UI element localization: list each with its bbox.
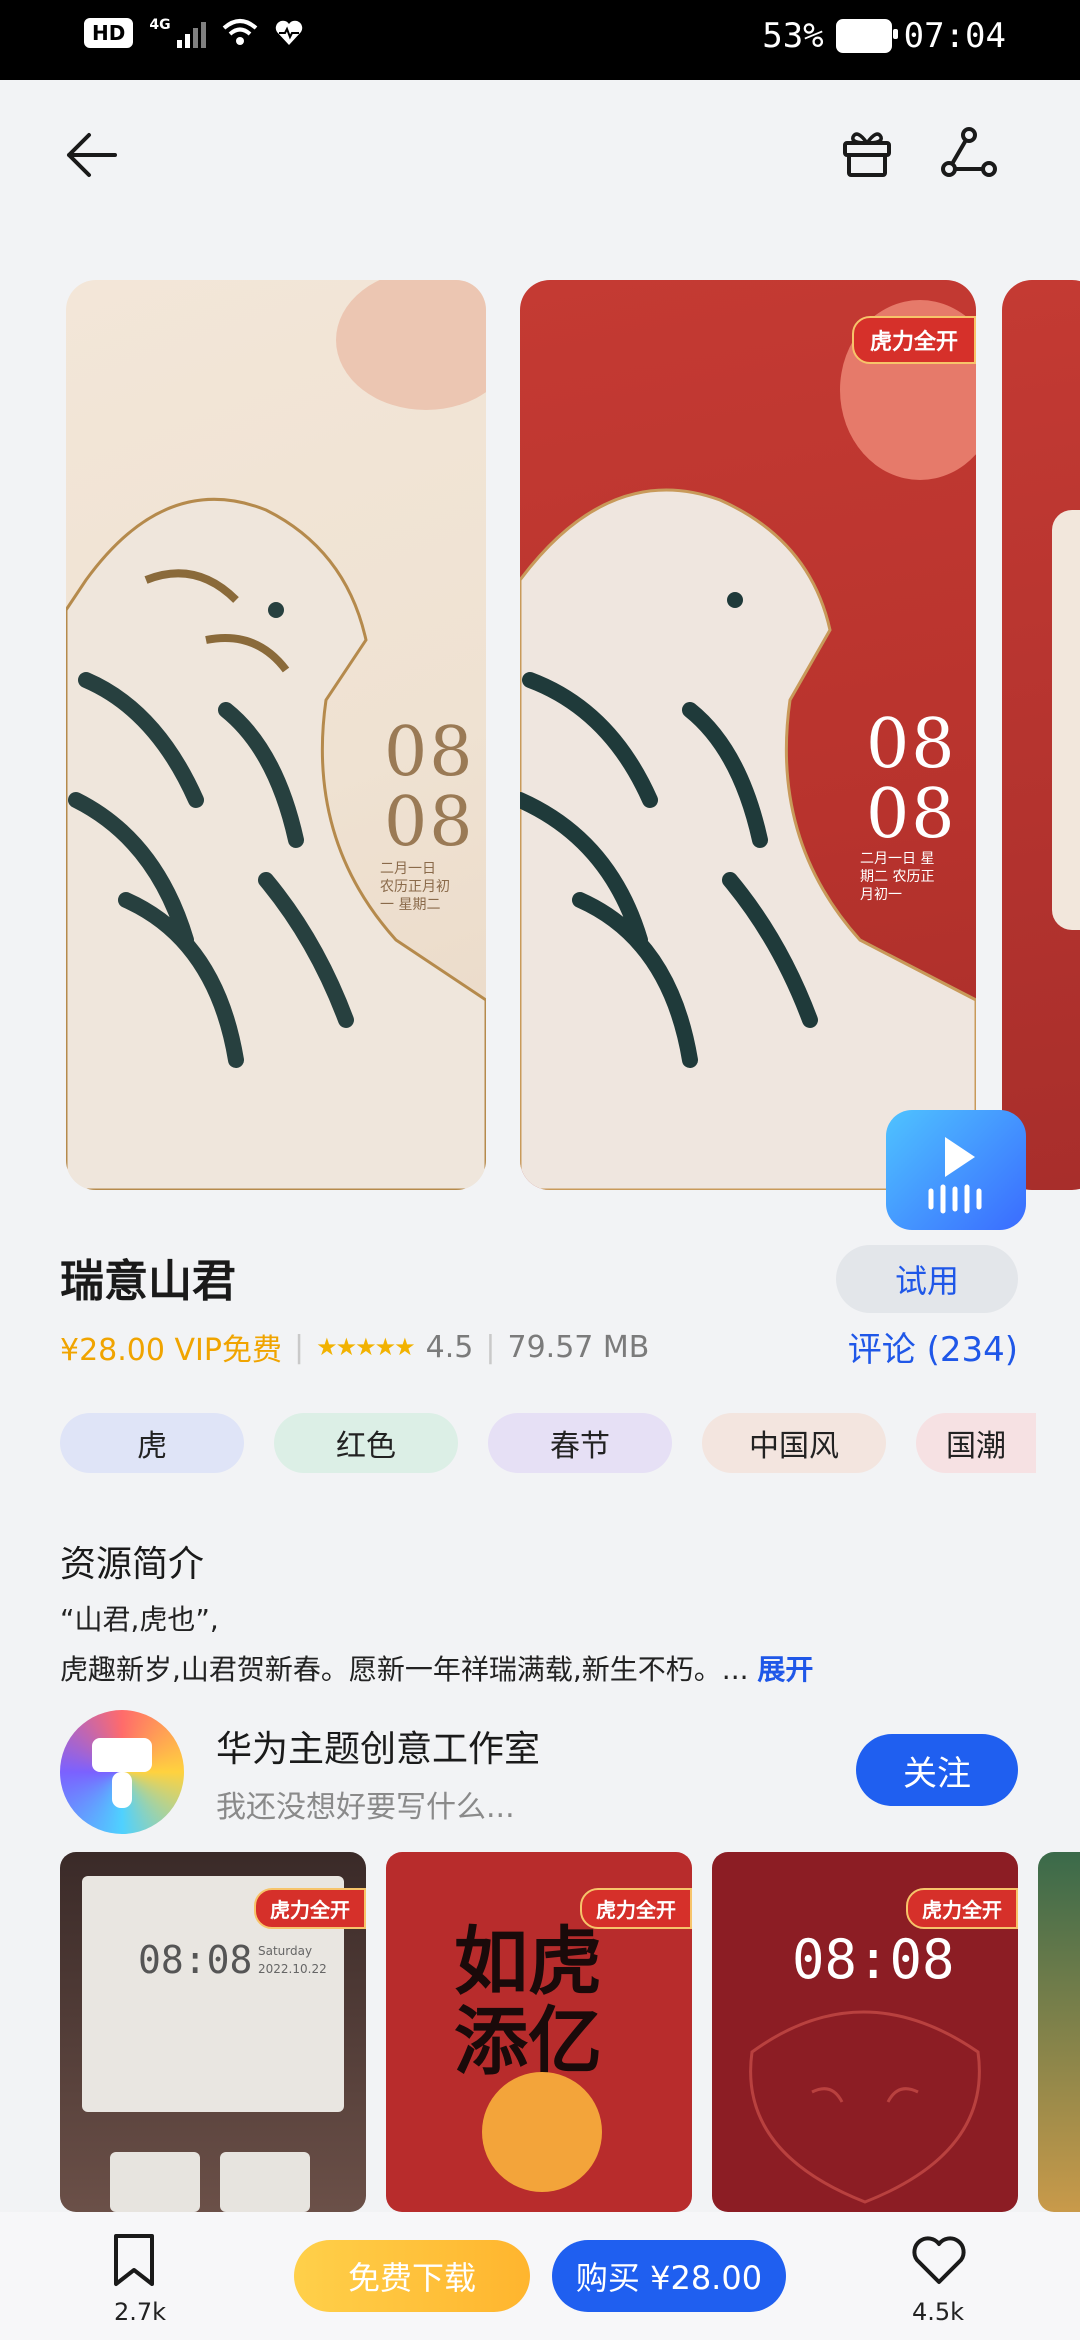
promo-badge: 虎力全开 bbox=[580, 1888, 692, 1929]
bookmark-count: 2.7k bbox=[114, 2298, 167, 2326]
reviews-link[interactable]: 评论 (234) bbox=[848, 1322, 1018, 1371]
follow-button[interactable]: 关注 bbox=[856, 1734, 1018, 1806]
preview-slide-2[interactable]: 虎力全开 08 08 二月一日 星期二 农历正月初一 bbox=[520, 280, 976, 1190]
battery-percent: 53% bbox=[762, 16, 824, 56]
play-icon bbox=[928, 1137, 982, 1214]
tag-chip[interactable]: 国潮 bbox=[916, 1413, 1036, 1473]
section-title: 资源简介 bbox=[60, 1544, 205, 1585]
related-date: 2022.10.22 bbox=[258, 1962, 327, 1976]
share-button[interactable] bbox=[934, 118, 1004, 188]
preview-carousel[interactable]: 08 08 二月一日 农历正月初一 星期二 虎力全开 08 08 二月一日 星期… bbox=[0, 275, 1080, 1205]
author-avatar[interactable] bbox=[60, 1710, 184, 1834]
preview-clock: 08 08 bbox=[866, 705, 957, 854]
tag-chip[interactable]: 红色 bbox=[274, 1413, 458, 1473]
description-line-2: 虎趣新岁,山君贺新春。愿新一年祥瑞满载,新生不朽。... 展开 bbox=[60, 1648, 813, 1688]
bookmark-button[interactable] bbox=[112, 2232, 172, 2292]
tiger-mascot-icon bbox=[482, 2072, 602, 2192]
status-left: HD 4G bbox=[84, 17, 304, 48]
related-theme-card[interactable]: 08:08 虎力全开 bbox=[712, 1852, 1018, 2212]
related-theme-card[interactable] bbox=[1038, 1852, 1080, 2212]
health-heart-icon bbox=[275, 20, 302, 45]
buy-button[interactable]: 购买 ¥28.00 bbox=[552, 2240, 786, 2312]
share-icon bbox=[941, 127, 997, 177]
preview-date: 二月一日 农历正月初一 星期二 bbox=[380, 861, 450, 913]
status-bar: HD 4G 53% 07:04 bbox=[0, 0, 1080, 80]
price-label: ¥28.00 VIP免费 bbox=[60, 1333, 282, 1368]
rating-value: 4.5 bbox=[425, 1329, 474, 1365]
battery-icon bbox=[835, 19, 898, 53]
related-clock: 08:08 bbox=[138, 1938, 253, 1982]
network-type: 4G bbox=[149, 17, 171, 33]
divider: | bbox=[485, 1329, 496, 1365]
related-key bbox=[220, 2152, 310, 2212]
bottom-action-bar: 2.7k 免费下载 购买 ¥28.00 4.5k bbox=[0, 2212, 1080, 2340]
related-themes[interactable]: 08:08 Saturday 2022.10.22 虎力全开 如虎添亿 虎力全开… bbox=[0, 1852, 1080, 2212]
file-size: 79.57 MB bbox=[507, 1329, 650, 1365]
bookmark-icon bbox=[114, 2234, 154, 2286]
back-button[interactable] bbox=[56, 120, 126, 190]
gift-button[interactable] bbox=[832, 118, 902, 188]
heart-icon bbox=[912, 2236, 966, 2284]
hd-indicator: HD bbox=[84, 18, 134, 48]
divider: | bbox=[293, 1329, 305, 1365]
related-key bbox=[110, 2152, 200, 2212]
free-download-button[interactable]: 免费下载 bbox=[294, 2240, 530, 2312]
related-weekday: Saturday bbox=[258, 1944, 313, 1958]
preview-slide-3[interactable] bbox=[1002, 280, 1080, 1190]
preview-slide-1[interactable]: 08 08 二月一日 农历正月初一 星期二 bbox=[66, 280, 486, 1190]
related-theme-card[interactable]: 如虎添亿 虎力全开 bbox=[386, 1852, 692, 2212]
promo-badge: 虎力全开 bbox=[906, 1888, 1018, 1929]
promo-badge: 虎力全开 bbox=[254, 1888, 366, 1929]
rating-stars-icon: ★★★★★ bbox=[316, 1333, 416, 1361]
tag-chip[interactable]: 春节 bbox=[488, 1413, 672, 1473]
preview-slide-3-inner bbox=[1052, 510, 1080, 930]
signal-icon bbox=[176, 18, 206, 48]
description-text: 虎趣新岁,山君贺新春。愿新一年祥瑞满载,新生不朽。... bbox=[60, 1653, 749, 1686]
status-right: 53% 07:04 bbox=[762, 16, 1006, 56]
wifi-icon bbox=[222, 19, 257, 45]
top-bar bbox=[0, 80, 1080, 230]
preview-date: 二月一日 星期二 农历正月初一 bbox=[860, 851, 935, 903]
related-theme-card[interactable]: 08:08 Saturday 2022.10.22 虎力全开 bbox=[60, 1852, 366, 2212]
try-button[interactable]: 试用 bbox=[836, 1245, 1018, 1313]
video-preview-button[interactable] bbox=[886, 1110, 1026, 1230]
tag-chip[interactable]: 虎 bbox=[60, 1413, 244, 1473]
paintbrush-icon bbox=[92, 1738, 152, 1808]
expand-link[interactable]: 展开 bbox=[757, 1653, 813, 1686]
related-art-text: 如虎添亿 bbox=[454, 1919, 602, 2085]
author-name[interactable]: 华为主题创意工作室 bbox=[216, 1720, 540, 1772]
preview-clock: 08 08 bbox=[384, 713, 475, 862]
gift-icon bbox=[843, 132, 891, 177]
back-arrow-icon bbox=[67, 133, 117, 177]
tag-chip[interactable]: 中国风 bbox=[702, 1413, 886, 1473]
promo-badge: 虎力全开 bbox=[851, 316, 976, 364]
theme-title: 瑞意山君 bbox=[60, 1256, 236, 1307]
like-button[interactable] bbox=[910, 2234, 970, 2290]
like-count: 4.5k bbox=[912, 2298, 965, 2326]
clock: 07:04 bbox=[903, 16, 1006, 56]
theme-meta: ¥28.00 VIP免费 | ★★★★★ 4.5 | 79.57 MB bbox=[60, 1325, 649, 1369]
description-line-1: “山君,虎也”, bbox=[60, 1603, 219, 1636]
author-bio: 我还没想好要写什么... bbox=[216, 1790, 515, 1825]
tag-list: 虎 红色 春节 中国风 国潮 bbox=[60, 1413, 1036, 1473]
